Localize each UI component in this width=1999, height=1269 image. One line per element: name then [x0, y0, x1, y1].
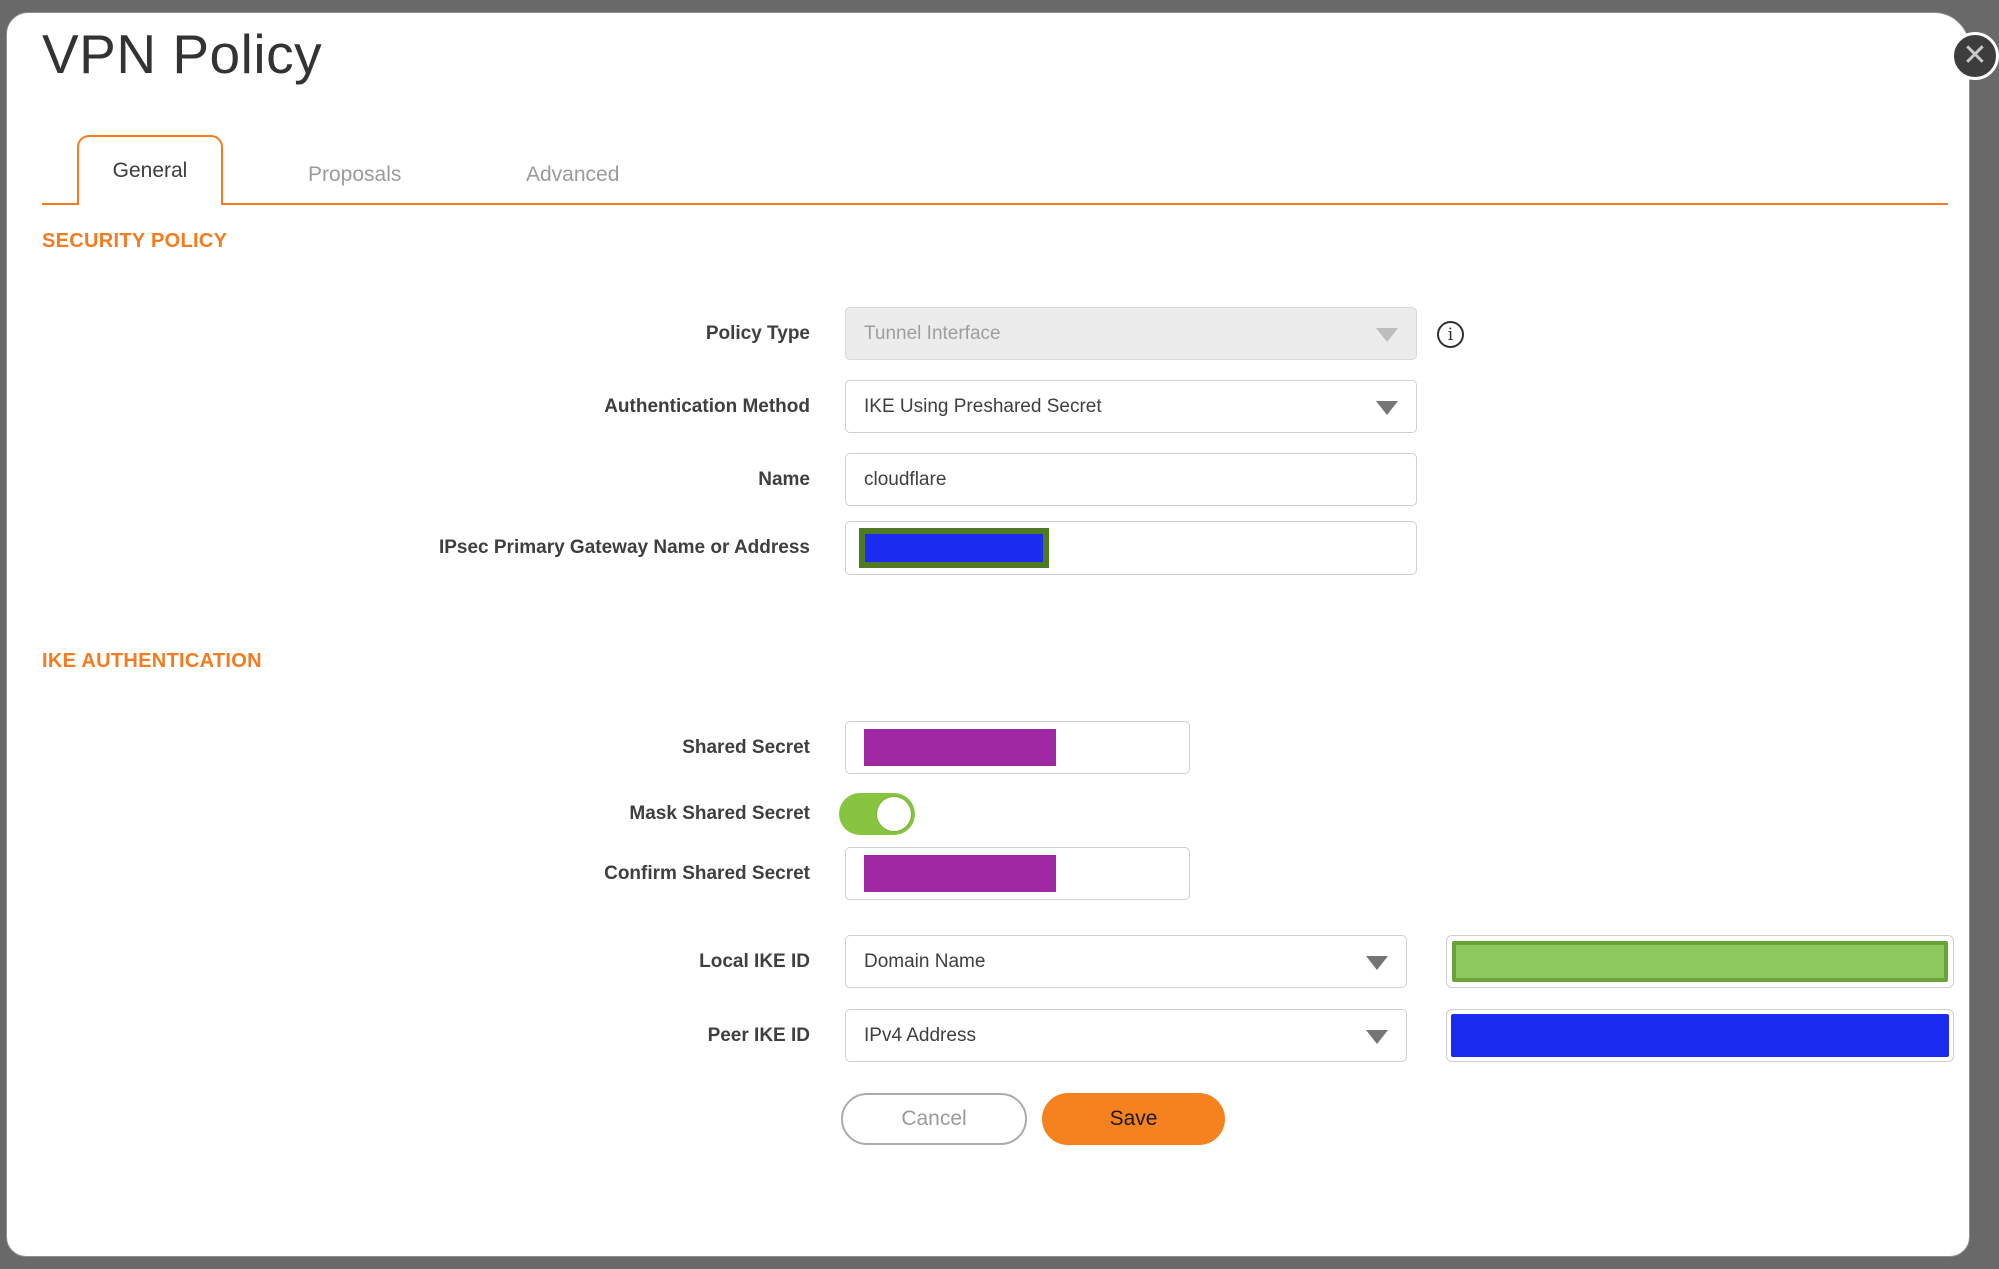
chevron-down-icon	[1376, 400, 1398, 415]
tab-strip-underline	[42, 203, 1948, 205]
policy-type-value: Tunnel Interface	[864, 322, 1001, 344]
close-icon[interactable]: ✕	[1951, 32, 1999, 80]
shared-secret-label: Shared Secret	[682, 737, 810, 758]
chevron-down-icon	[1366, 1029, 1388, 1044]
shared-secret-input[interactable]	[845, 721, 1190, 774]
info-icon[interactable]: i	[1437, 321, 1464, 348]
redacted-peer-ike-id-value	[1451, 1014, 1949, 1057]
policy-type-label: Policy Type	[705, 323, 810, 344]
mask-shared-secret-label: Mask Shared Secret	[629, 803, 810, 824]
redacted-confirm-shared-secret-value	[864, 855, 1056, 892]
redacted-local-ike-id-value	[1452, 941, 1948, 982]
peer-ike-id-type-value: IPv4 Address	[864, 1024, 976, 1046]
info-icon-glyph: i	[1447, 324, 1454, 345]
chevron-down-icon	[1366, 955, 1388, 970]
local-ike-id-select[interactable]: Domain Name	[845, 935, 1407, 988]
redacted-shared-secret-value	[864, 729, 1056, 766]
section-ike-authentication: IKE AUTHENTICATION	[42, 650, 262, 672]
local-ike-id-type-value: Domain Name	[864, 950, 986, 972]
name-label: Name	[758, 469, 810, 490]
ipsec-primary-gateway-input[interactable]	[845, 521, 1417, 575]
tab-proposals-label: Proposals	[308, 163, 402, 186]
authentication-method-label: Authentication Method	[604, 396, 810, 417]
peer-ike-id-label: Peer IKE ID	[707, 1025, 810, 1046]
ipsec-primary-gateway-label: IPsec Primary Gateway Name or Address	[438, 537, 810, 558]
local-ike-id-value-input[interactable]	[1446, 935, 1954, 988]
mask-shared-secret-toggle[interactable]	[839, 793, 915, 835]
tab-advanced[interactable]: Advanced	[526, 163, 619, 187]
tab-proposals[interactable]: Proposals	[308, 163, 401, 187]
policy-type-select: Tunnel Interface	[845, 307, 1417, 360]
peer-ike-id-select[interactable]: IPv4 Address	[845, 1009, 1407, 1062]
section-security-policy: SECURITY POLICY	[42, 230, 228, 252]
tab-advanced-label: Advanced	[526, 163, 620, 186]
dialog-title: VPN Policy	[42, 23, 323, 85]
tab-general[interactable]: General	[77, 135, 223, 205]
name-input[interactable]: cloudflare	[845, 453, 1417, 506]
authentication-method-value: IKE Using Preshared Secret	[864, 395, 1102, 417]
authentication-method-select[interactable]: IKE Using Preshared Secret	[845, 380, 1417, 433]
confirm-shared-secret-label: Confirm Shared Secret	[604, 863, 810, 884]
tab-general-label: General	[112, 159, 188, 182]
name-value: cloudflare	[864, 468, 947, 490]
confirm-shared-secret-input[interactable]	[845, 847, 1190, 900]
save-button[interactable]: Save	[1042, 1093, 1225, 1145]
peer-ike-id-value-input[interactable]	[1446, 1009, 1954, 1062]
redacted-gateway-value	[859, 528, 1049, 568]
cancel-button[interactable]: Cancel	[841, 1093, 1027, 1145]
chevron-down-icon	[1376, 327, 1398, 342]
toggle-knob	[877, 797, 911, 831]
local-ike-id-label: Local IKE ID	[699, 951, 810, 972]
